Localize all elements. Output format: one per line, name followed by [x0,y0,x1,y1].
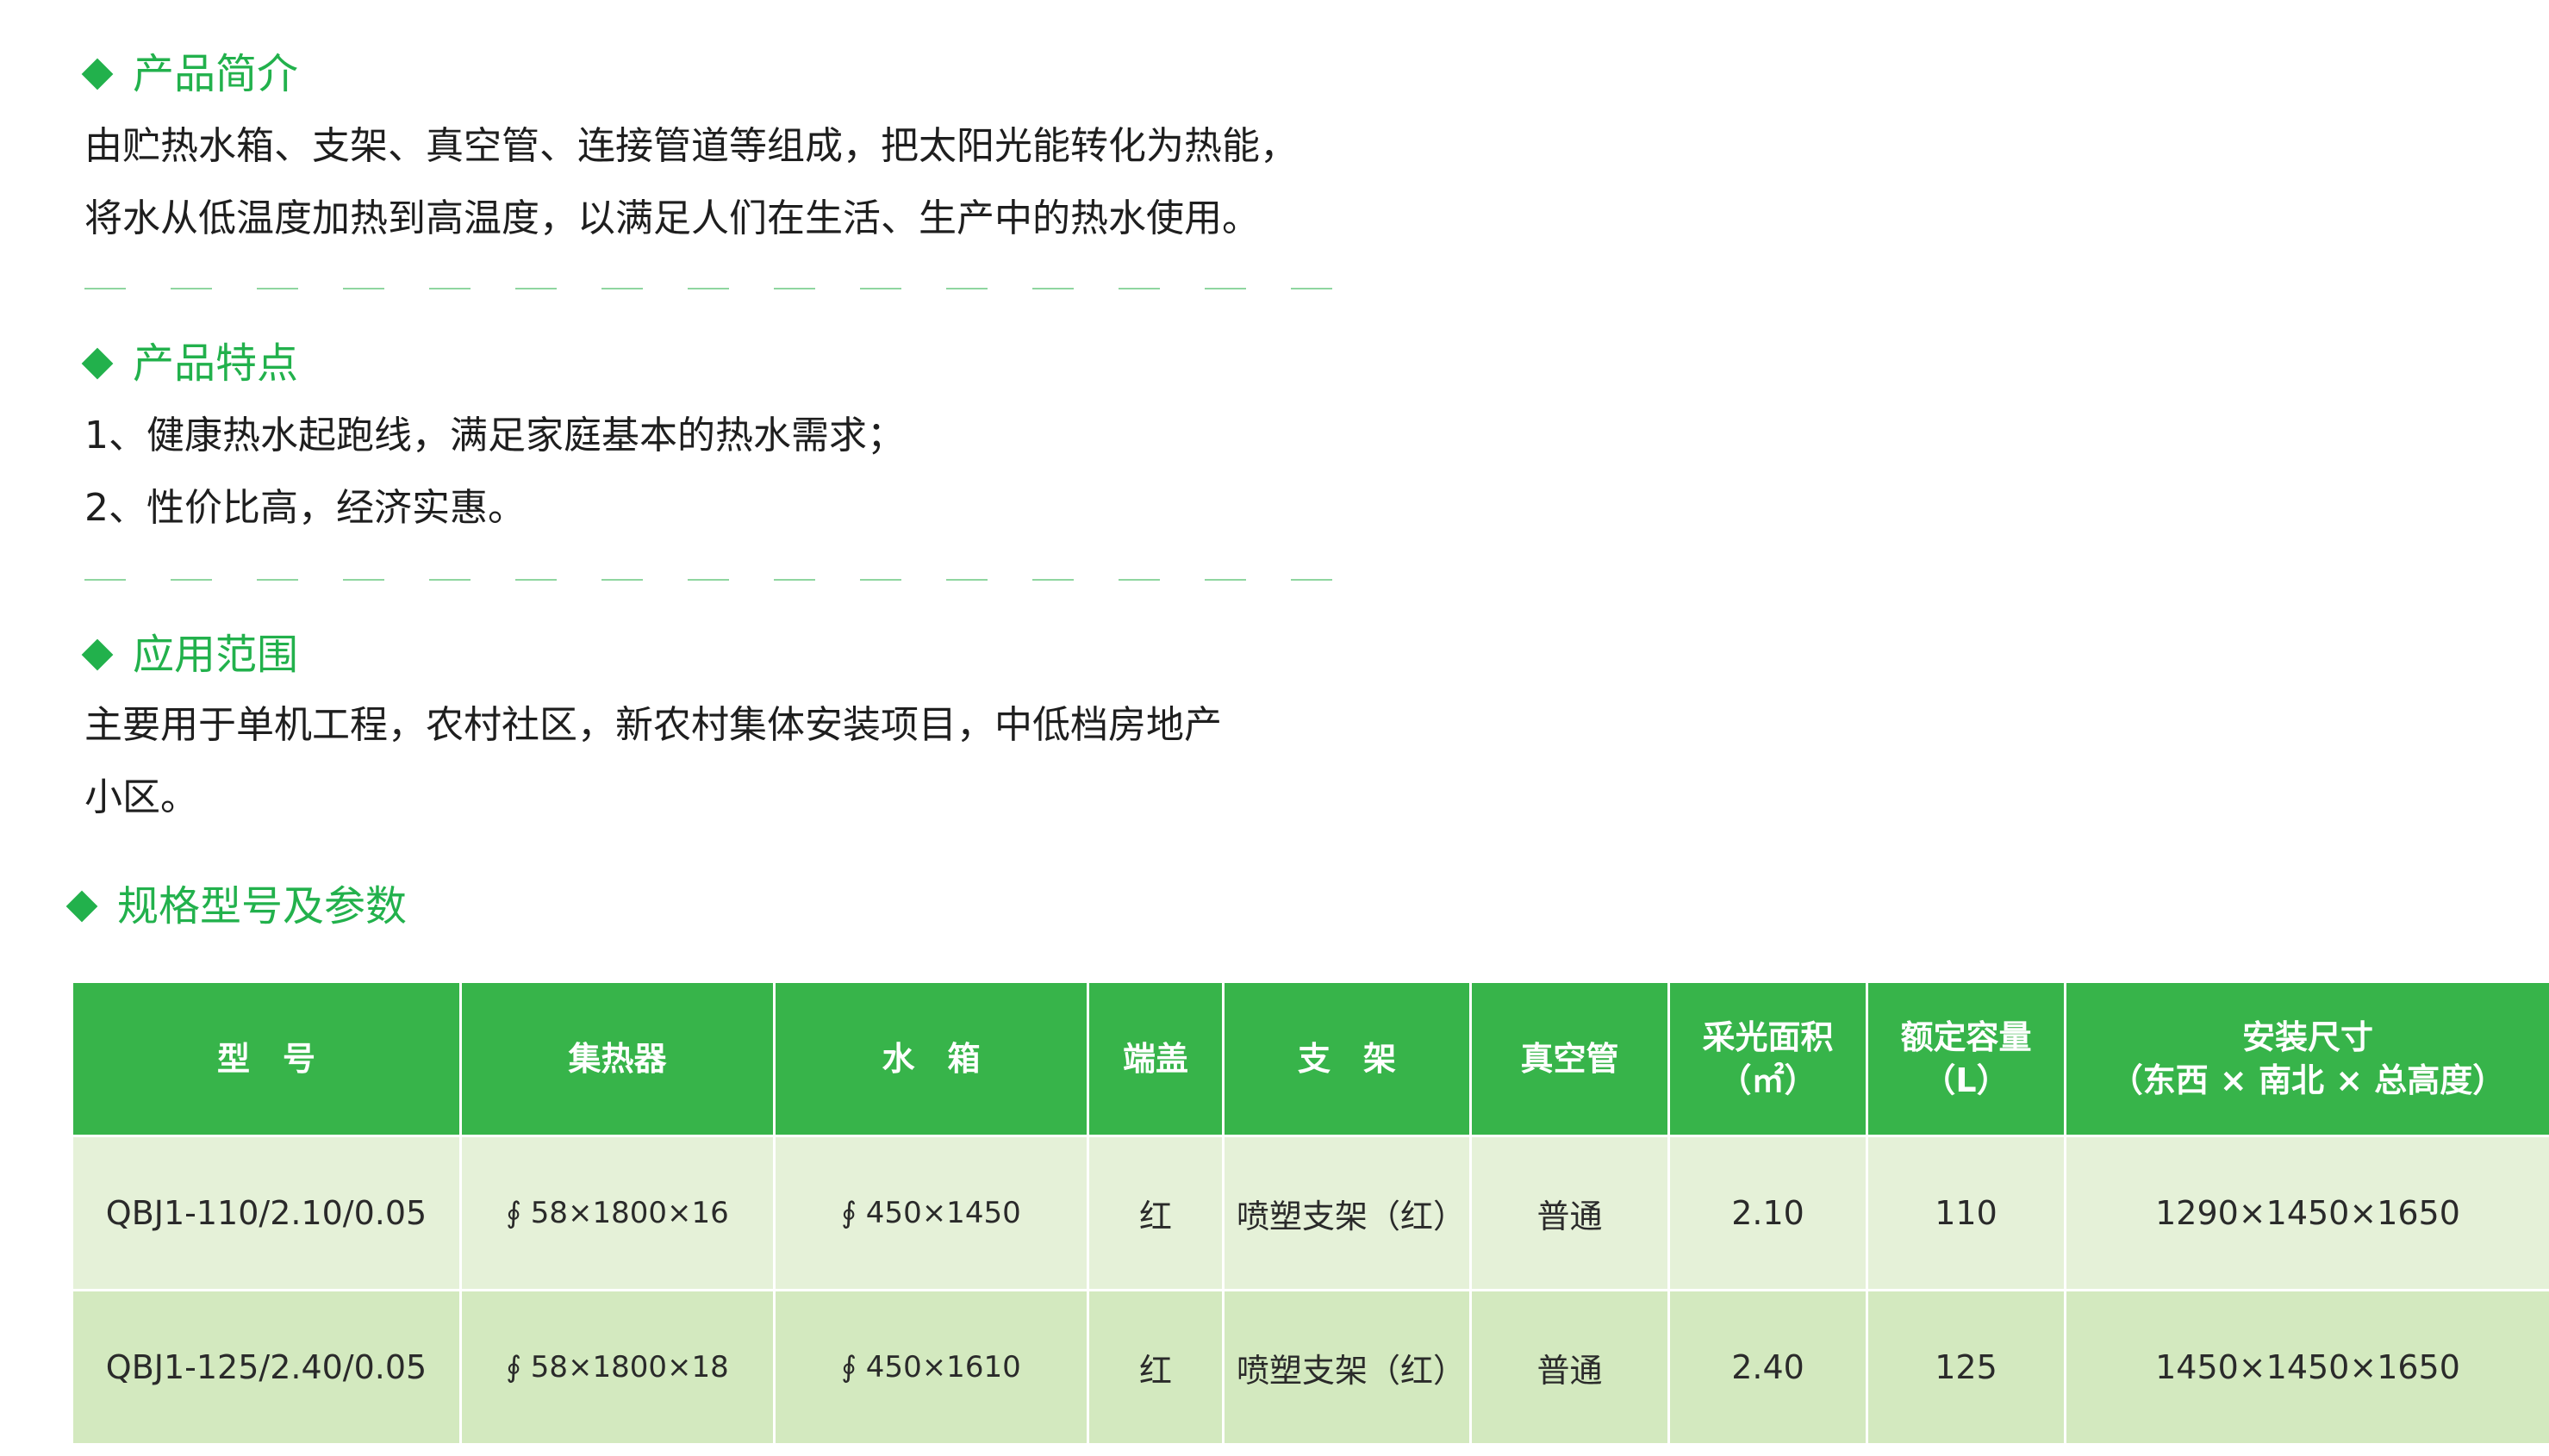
cell-bracket: 喷塑支架（红） [1222,1135,1472,1291]
header-rated-capacity: 额定容量 （L） [1866,980,2066,1137]
application-line: 小区。 [84,775,198,819]
diamond-bullet-icon [81,638,114,671]
cell-end-cap: 红 [1087,1289,1225,1446]
table-row: QBJ1-125/2.40/0.05 ∮ 58×1800×18 ∮ 450×16… [71,1289,2549,1446]
dashed-divider [84,579,1334,581]
diamond-bullet-icon [81,58,114,90]
cell-model: QBJ1-125/2.40/0.05 [71,1289,462,1446]
features-paragraph: 1、健康热水起跑线，满足家庭基本的热水需求； 2、性价比高，经济实惠。 [84,400,905,544]
section-title: 产品简介 [133,50,299,98]
header-end-cap: 端盖 [1087,980,1225,1137]
header-install-size: 安装尺寸 （东西 × 南北 × 总高度） [2064,980,2549,1137]
feature-line: 2、性价比高，经济实惠。 [84,486,526,530]
header-tank: 水 箱 [773,980,1089,1137]
cell-rated-capacity: 110 [1866,1135,2066,1291]
cell-vacuum-tube: 普通 [1469,1289,1670,1446]
intro-paragraph: 由贮热水箱、支架、真空管、连接管道等组成，把太阳光能转化为热能， 将水从低温度加… [84,110,1298,255]
cell-tank: ∮ 450×1610 [773,1289,1089,1446]
cell-collector: ∮ 58×1800×16 [459,1135,776,1291]
cell-lighting-area: 2.40 [1667,1289,1868,1446]
intro-line: 将水从低温度加热到高温度，以满足人们在生活、生产中的热水使用。 [84,196,1260,240]
section-intro-heading: 产品简介 [81,48,299,100]
cell-lighting-area: 2.10 [1667,1135,1868,1291]
cell-tank: ∮ 450×1450 [773,1135,1089,1291]
section-title: 规格型号及参数 [117,882,408,930]
application-paragraph: 主要用于单机工程，农村社区，新农村集体安装项目，中低档房地产 小区。 [84,689,1222,834]
cell-end-cap: 红 [1087,1135,1225,1291]
cell-collector: ∮ 58×1800×18 [459,1289,776,1446]
feature-line: 1、健康热水起跑线，满足家庭基本的热水需求； [84,414,905,457]
application-line: 主要用于单机工程，农村社区，新农村集体安装项目，中低档房地产 [84,703,1222,747]
section-specs-heading: 规格型号及参数 [65,880,408,932]
section-title: 产品特点 [133,339,299,388]
cell-install-size: 1290×1450×1650 [2064,1135,2549,1291]
table-row: QBJ1-110/2.10/0.05 ∮ 58×1800×16 ∮ 450×14… [71,1135,2549,1291]
cell-bracket: 喷塑支架（红） [1222,1289,1472,1446]
cell-model: QBJ1-110/2.10/0.05 [71,1135,462,1291]
section-features-heading: 产品特点 [81,338,299,389]
cell-vacuum-tube: 普通 [1469,1135,1670,1291]
table-header-row: 型 号 集热器 水 箱 端盖 支 架 真空管 采光面积 （㎡） 额定容量 （L） 安… [71,980,2549,1137]
header-collector: 集热器 [459,980,776,1137]
diamond-bullet-icon [81,347,114,380]
header-vacuum-tube: 真空管 [1469,980,1670,1137]
dashed-divider [84,288,1334,289]
diamond-bullet-icon [65,890,98,923]
spec-table: 型 号 集热器 水 箱 端盖 支 架 真空管 采光面积 （㎡） 额定容量 （L） 安… [71,980,2549,1446]
cell-rated-capacity: 125 [1866,1289,2066,1446]
intro-line: 由贮热水箱、支架、真空管、连接管道等组成，把太阳光能转化为热能， [84,124,1298,168]
header-bracket: 支 架 [1222,980,1472,1137]
section-application-heading: 应用范围 [81,629,299,681]
section-title: 应用范围 [133,631,299,679]
header-lighting-area: 采光面积 （㎡） [1667,980,1868,1137]
header-model: 型 号 [71,980,462,1137]
cell-install-size: 1450×1450×1650 [2064,1289,2549,1446]
